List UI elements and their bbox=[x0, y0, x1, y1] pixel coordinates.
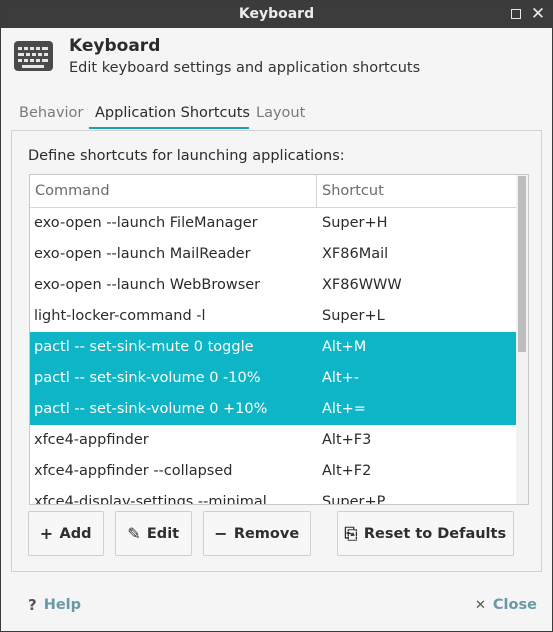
table-row[interactable]: xfce4-appfinder Alt+F3 bbox=[30, 425, 516, 456]
minus-icon: − bbox=[214, 524, 228, 543]
remove-button-label: Remove bbox=[233, 525, 300, 542]
row-shortcut: XF86Mail bbox=[322, 246, 389, 262]
close-button-label: Close bbox=[492, 597, 537, 613]
title-bar[interactable]: Keyboard ✕ bbox=[1, 1, 552, 28]
reset-button-label: Reset to Defaults bbox=[363, 525, 507, 542]
add-button[interactable]: + Add bbox=[28, 511, 104, 556]
vertical-scrollbar[interactable] bbox=[516, 175, 528, 504]
table-row[interactable]: xfce4-appfinder --collapsed Alt+F2 bbox=[30, 456, 516, 487]
app-title: Keyboard bbox=[69, 36, 161, 56]
table-row-selected[interactable]: pactl -- set-sink-volume 0 +10% Alt+= bbox=[30, 394, 516, 425]
row-shortcut: Alt+F2 bbox=[322, 463, 372, 479]
app-subtitle: Edit keyboard settings and application s… bbox=[69, 60, 421, 76]
maximize-icon[interactable] bbox=[507, 5, 525, 23]
close-icon: ✕ bbox=[475, 597, 486, 613]
add-button-label: Add bbox=[59, 525, 92, 542]
tab-application-shortcuts[interactable]: Application Shortcuts bbox=[95, 105, 250, 121]
row-command: light-locker-command -l bbox=[34, 308, 206, 324]
row-command: pactl -- set-sink-volume 0 -10% bbox=[34, 370, 261, 386]
column-header-shortcut[interactable]: Shortcut bbox=[322, 183, 384, 199]
plus-icon: + bbox=[39, 524, 54, 543]
tab-layout[interactable]: Layout bbox=[256, 105, 305, 121]
close-button[interactable]: ✕ Close bbox=[475, 593, 537, 617]
close-icon[interactable]: ✕ bbox=[529, 5, 547, 23]
active-tab-indicator bbox=[89, 127, 249, 129]
edit-button[interactable]: ✎ Edit bbox=[115, 511, 192, 556]
panel-caption: Define shortcuts for launching applicati… bbox=[28, 148, 345, 164]
row-shortcut: Super+P bbox=[322, 494, 386, 505]
reset-to-defaults-button[interactable]: ⎘ Reset to Defaults bbox=[337, 511, 514, 556]
help-button[interactable]: ? Help bbox=[28, 593, 81, 617]
row-shortcut: Alt+M bbox=[322, 339, 367, 355]
table-row[interactable]: exo-open --launch MailReader XF86Mail bbox=[30, 239, 516, 270]
row-command: exo-open --launch FileManager bbox=[34, 215, 258, 231]
window-title: Keyboard bbox=[238, 6, 315, 22]
row-command: exo-open --launch MailReader bbox=[34, 246, 251, 262]
table-row-selected[interactable]: pactl -- set-sink-mute 0 toggle Alt+M bbox=[30, 332, 516, 363]
row-shortcut: Alt+F3 bbox=[322, 432, 372, 448]
row-shortcut: Alt+- bbox=[322, 370, 360, 386]
scrollbar-thumb[interactable] bbox=[518, 176, 526, 352]
row-shortcut: Super+H bbox=[322, 215, 388, 231]
row-shortcut: XF86WWW bbox=[322, 277, 402, 293]
remove-button[interactable]: − Remove bbox=[203, 511, 311, 556]
keyboard-window: Keyboard ✕ Keyboard Edit keyboard settin… bbox=[0, 0, 553, 632]
row-command: exo-open --launch WebBrowser bbox=[34, 277, 261, 293]
document-revert-icon: ⎘ bbox=[344, 523, 358, 543]
dialog-header: Keyboard Edit keyboard settings and appl… bbox=[1, 28, 552, 94]
row-command: xfce4-appfinder bbox=[34, 432, 149, 448]
column-divider[interactable] bbox=[316, 175, 317, 208]
row-command: pactl -- set-sink-mute 0 toggle bbox=[34, 339, 254, 355]
table-row[interactable]: exo-open --launch WebBrowser XF86WWW bbox=[30, 270, 516, 301]
keyboard-icon bbox=[14, 41, 53, 71]
help-icon: ? bbox=[28, 596, 37, 614]
shortcuts-list[interactable]: Command Shortcut exo-open --launch FileM… bbox=[29, 174, 529, 505]
column-header-command[interactable]: Command bbox=[35, 183, 110, 199]
list-rows: exo-open --launch FileManager Super+H ex… bbox=[30, 208, 516, 505]
table-row[interactable]: light-locker-command -l Super+L bbox=[30, 301, 516, 332]
tab-bar: Behavior Application Shortcuts Layout bbox=[1, 101, 552, 131]
tab-behavior[interactable]: Behavior bbox=[19, 105, 83, 121]
row-shortcut: Super+L bbox=[322, 308, 385, 324]
edit-button-label: Edit bbox=[146, 525, 180, 542]
table-row[interactable]: exo-open --launch FileManager Super+H bbox=[30, 208, 516, 239]
row-command: xfce4-appfinder --collapsed bbox=[34, 463, 233, 479]
table-row[interactable]: xfce4-display-settings --minimal Super+P bbox=[30, 487, 516, 505]
list-header: Command Shortcut bbox=[30, 175, 516, 208]
help-button-label: Help bbox=[43, 597, 82, 613]
row-shortcut: Alt+= bbox=[322, 401, 366, 417]
shortcuts-panel: Define shortcuts for launching applicati… bbox=[11, 130, 542, 572]
row-command: xfce4-display-settings --minimal bbox=[34, 494, 267, 505]
pencil-icon: ✎ bbox=[127, 524, 141, 543]
row-command: pactl -- set-sink-volume 0 +10% bbox=[34, 401, 268, 417]
table-row-selected[interactable]: pactl -- set-sink-volume 0 -10% Alt+- bbox=[30, 363, 516, 394]
